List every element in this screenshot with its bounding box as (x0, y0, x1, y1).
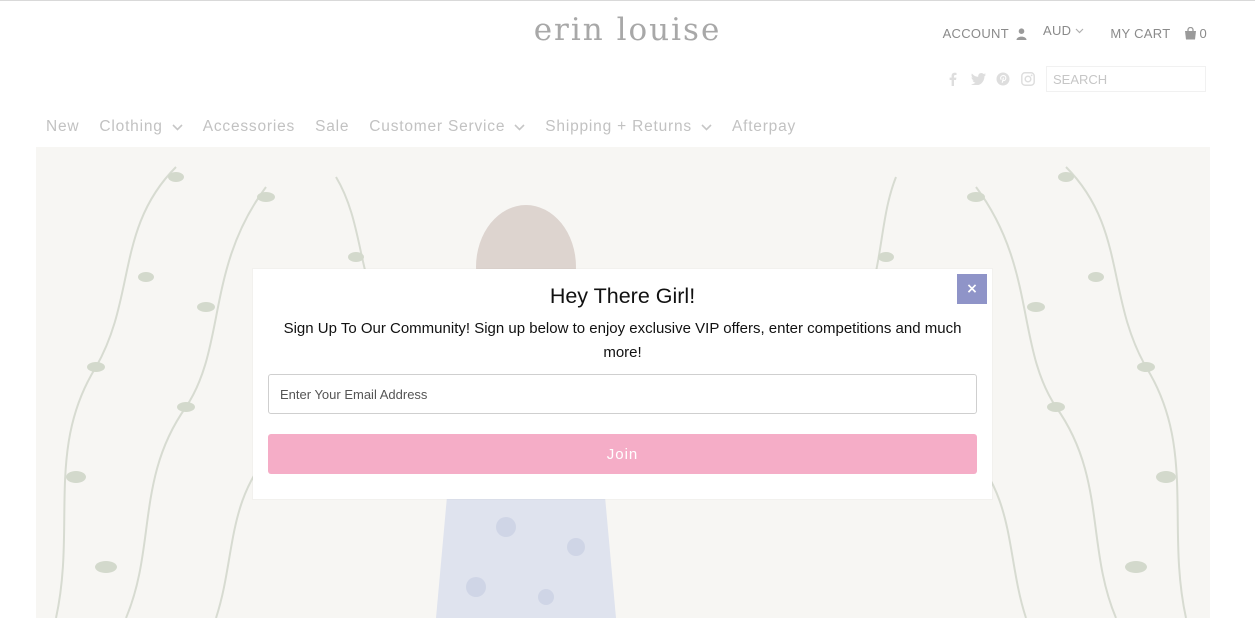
user-icon (1016, 27, 1027, 40)
nav-item-afterpay[interactable]: Afterpay (732, 118, 796, 136)
cart-label: MY CART (1110, 26, 1171, 41)
newsletter-popup: Hey There Girl! Sign Up To Our Community… (253, 269, 992, 499)
close-icon: × (966, 281, 978, 297)
chevron-down-icon (172, 123, 183, 131)
nav-item-customer-service[interactable]: Customer Service (369, 118, 525, 136)
nav-item-label: Shipping + Returns (545, 118, 692, 135)
nav-item-label: Accessories (202, 118, 296, 135)
twitter-icon[interactable] (969, 70, 987, 88)
nav-item-accessories[interactable]: Accessories (203, 118, 295, 136)
top-border (0, 0, 1255, 1)
email-field[interactable] (268, 374, 977, 414)
facebook-icon[interactable] (944, 70, 962, 88)
social-links (944, 70, 1044, 88)
nav-item-label: Customer Service (369, 118, 506, 135)
cart-link[interactable]: MY CART 0 (1110, 26, 1207, 41)
close-popup-button[interactable]: × (957, 274, 987, 304)
popup-description: Sign Up To Our Community! Sign up below … (283, 320, 962, 361)
nav-item-sale[interactable]: Sale (315, 118, 349, 136)
currency-value: AUD (1042, 23, 1072, 38)
nav-item-new[interactable]: New (46, 118, 79, 136)
account-label: ACCOUNT (942, 26, 1009, 41)
pinterest-icon[interactable] (994, 70, 1012, 88)
search-input[interactable] (1046, 66, 1206, 92)
main-navigation: New Clothing Accessories Sale Customer S… (46, 118, 816, 136)
header-utility-links: ACCOUNT AUD MY CART 0 (943, 23, 1207, 41)
nav-item-label: Afterpay (731, 118, 797, 135)
shopping-bag-icon (1185, 27, 1197, 40)
popup-title: Hey There Girl! (549, 284, 696, 308)
instagram-icon[interactable] (1019, 70, 1037, 88)
nav-item-label: New (46, 118, 80, 135)
nav-item-shipping-returns[interactable]: Shipping + Returns (545, 118, 712, 136)
chevron-down-icon (514, 123, 525, 131)
account-link[interactable]: ACCOUNT (943, 26, 1027, 41)
join-button[interactable]: Join (268, 434, 977, 474)
chevron-down-icon (1075, 28, 1084, 33)
chevron-down-icon (701, 123, 712, 131)
nav-item-label: Sale (315, 118, 350, 135)
currency-selector[interactable]: AUD (1043, 23, 1084, 38)
nav-item-clothing[interactable]: Clothing (99, 118, 183, 136)
nav-item-label: Clothing (99, 118, 163, 135)
cart-count: 0 (1199, 26, 1207, 41)
